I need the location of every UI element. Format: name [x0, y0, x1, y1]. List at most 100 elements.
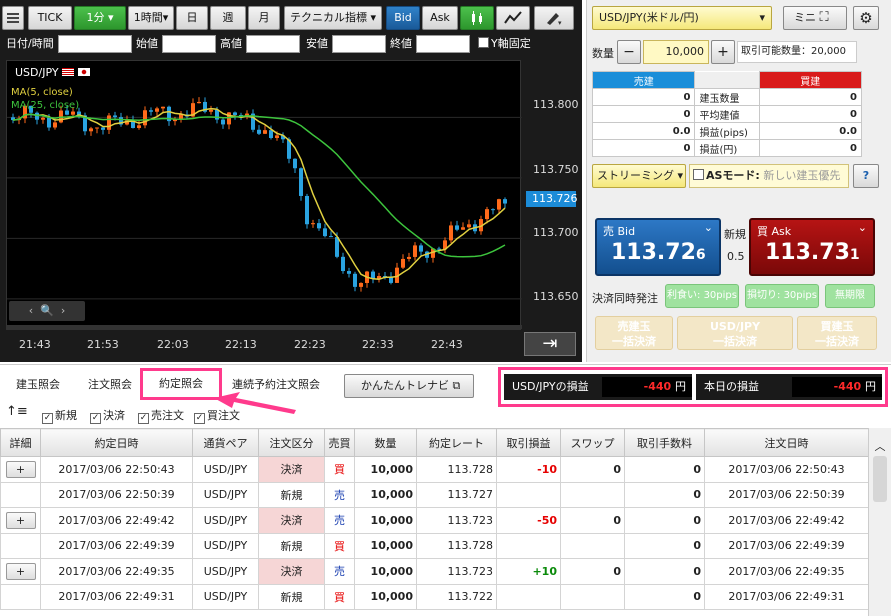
easy-trade-navi-button[interactable]: かんたんトレナビ ⧉	[344, 374, 474, 398]
chart-nav-control[interactable]: ‹ 🔍 ›	[9, 301, 85, 321]
expand-detail-button[interactable]: +	[5, 562, 36, 580]
datetime-field[interactable]	[58, 35, 132, 53]
table-row: 0 損益(円) 0	[591, 139, 863, 157]
quantity-increment-button[interactable]: +	[711, 40, 735, 64]
bid-button[interactable]: Bid	[386, 6, 420, 30]
col-header-side[interactable]: 売買	[324, 428, 355, 457]
table-row[interactable]: 2017/03/06 22:49:39 USD/JPY 新規買 10,000 113.7…	[0, 532, 869, 559]
rate-cell: 113.728	[416, 456, 497, 483]
col-header-order-time[interactable]: 注文日時	[704, 428, 869, 457]
take-profit-toggle[interactable]: 利食い: 30pips	[665, 284, 739, 308]
rate-cell: 113.723	[416, 558, 497, 585]
buy-ask-button[interactable]: 買 Ask ⌄ 113.731	[749, 218, 875, 276]
yaxis-fixed-checkbox[interactable]: Y軸固定	[478, 36, 531, 52]
table-row[interactable]: +2017/03/06 22:50:43 USD/JPY 決済買 10,000 113.…	[0, 456, 869, 483]
candle-body	[317, 223, 321, 229]
candle-body	[233, 112, 237, 115]
col-header-pl[interactable]: 取引損益	[496, 428, 561, 457]
table-row[interactable]: +2017/03/06 22:49:35 USD/JPY 決済売 10,000 113.…	[0, 558, 869, 585]
expand-detail-button[interactable]: +	[5, 511, 36, 529]
draw-tool-button[interactable]: ▾	[534, 6, 574, 30]
help-button[interactable]: ?	[853, 164, 879, 188]
stop-loss-toggle[interactable]: 損切り: 30pips	[745, 284, 819, 308]
scroll-latest-button[interactable]: ⇥	[524, 332, 576, 356]
candle-body	[437, 248, 441, 250]
col-header-exec-time[interactable]: 約定日時	[40, 428, 193, 457]
month-button[interactable]: 月	[248, 6, 280, 30]
col-header-qty[interactable]: 数量	[354, 428, 417, 457]
close-label: 終値	[390, 37, 412, 50]
toolbar-menu-button[interactable]	[2, 6, 24, 30]
as-mode-toggle[interactable]: ASモード: 新しい建玉優先	[689, 164, 849, 188]
table-row[interactable]: 2017/03/06 22:49:31 USD/JPY 新規買 10,000 113.7…	[0, 583, 869, 610]
fee-cell: 0	[624, 481, 705, 508]
sell-bid-button[interactable]: 売 Bid ⌄ 113.726	[595, 218, 721, 276]
tick-button[interactable]: TICK	[28, 6, 72, 30]
candle-body	[491, 209, 495, 211]
interval-select[interactable]: 1分 ▾	[74, 6, 126, 30]
ma5-legend: MA(5, close)	[11, 87, 73, 98]
low-label: 安値	[306, 37, 328, 50]
fee-cell: 0	[624, 532, 705, 559]
currency-pair-select[interactable]: USD/JPY(米ドル/円) ▾	[592, 6, 772, 30]
pair-cell: USD/JPY	[192, 481, 259, 508]
day-button[interactable]: 日	[176, 6, 208, 30]
close-all-sell-button[interactable]: 売建玉 一括決済	[595, 316, 673, 350]
open-field[interactable]	[162, 35, 216, 53]
streaming-select[interactable]: ストリーミング ▾	[592, 164, 686, 188]
filter-sell-checkbox[interactable]: ✓ 売注文	[138, 407, 184, 424]
scroll-up-icon[interactable]: ︿	[869, 438, 891, 454]
tab-positions[interactable]: 建玉照会	[16, 376, 60, 392]
col-header-pair[interactable]: 通貨ペア	[192, 428, 259, 457]
mini-mode-button[interactable]: ミニ ⛶	[783, 6, 847, 30]
time-axis-label: 22:33	[362, 338, 394, 351]
filter-settle-checkbox[interactable]: ✓ 決済	[90, 407, 125, 424]
order-panel: USD/JPY(米ドル/円) ▾ ミニ ⛶ ⚙ 数量 − 10,000 + 取引可…	[586, 0, 891, 362]
chart-scroll-strip[interactable]	[7, 325, 522, 329]
candle-body	[359, 282, 363, 287]
week-button[interactable]: 週	[210, 6, 246, 30]
ask-button[interactable]: Ask	[422, 6, 458, 30]
close-buy-line1: 買建玉	[820, 320, 854, 333]
col-header-rate[interactable]: 約定レート	[416, 428, 497, 457]
col-header-fee[interactable]: 取引手数料	[624, 428, 705, 457]
candle-chart-button[interactable]	[460, 6, 494, 30]
current-price-marker: 113.726	[526, 191, 578, 207]
pair-pl-value: -440 円	[602, 377, 692, 397]
candle-body	[41, 117, 45, 120]
order-time-cell: 2017/03/06 22:49:39	[704, 532, 869, 559]
col-header-detail[interactable]: 詳細	[0, 428, 41, 457]
candle-body	[221, 119, 225, 125]
technical-select[interactable]: テクニカル指標 ▾	[284, 6, 382, 30]
line-chart-button[interactable]	[496, 6, 530, 30]
symbol-text: USD/JPY	[15, 66, 59, 79]
table-scrollbar[interactable]: ︿	[868, 428, 891, 616]
close-all-pair-button[interactable]: USD/JPY 一括決済	[677, 316, 793, 350]
scrollbar-thumb[interactable]	[873, 456, 887, 502]
table-row[interactable]: 2017/03/06 22:50:39 USD/JPY 新規売 10,000 113.7…	[0, 481, 869, 508]
table-row[interactable]: +2017/03/06 22:49:42 USD/JPY 決済売 10,000 113.…	[0, 507, 869, 534]
quantity-input[interactable]: 10,000	[643, 40, 709, 64]
filter-new-checkbox[interactable]: ✓ 新規	[42, 407, 77, 424]
rate-cell: 113.722	[416, 583, 497, 610]
expand-detail-button[interactable]: +	[5, 460, 36, 478]
settings-button[interactable]: ⚙	[853, 6, 879, 30]
chart-canvas[interactable]: USD/JPY MA(5, close) MA(25, close) ‹ 🔍 ›	[6, 60, 522, 330]
daily-pl-summary: 本日の損益 -440 円	[696, 374, 882, 400]
low-field[interactable]	[332, 35, 386, 53]
high-field[interactable]	[246, 35, 300, 53]
yen-unit: 円	[675, 380, 686, 393]
tab-orders[interactable]: 注文照会	[88, 376, 132, 392]
close-field[interactable]	[416, 35, 470, 53]
col-header-order-type[interactable]: 注文区分	[258, 428, 325, 457]
buy-pl-yen: 0	[758, 139, 863, 157]
rate-cell: 113.728	[416, 532, 497, 559]
fee-cell: 0	[624, 558, 705, 585]
expiry-toggle[interactable]: 無期限	[825, 284, 875, 308]
filter-buy-checkbox[interactable]: ✓ 買注文	[194, 407, 240, 424]
close-all-buy-button[interactable]: 買建玉 一括決済	[797, 316, 877, 350]
col-header-swap[interactable]: スワップ	[560, 428, 625, 457]
quantity-decrement-button[interactable]: −	[617, 40, 641, 64]
sort-icon[interactable]: ↑≡	[6, 404, 28, 419]
hour-select[interactable]: 1時間▾	[128, 6, 174, 30]
